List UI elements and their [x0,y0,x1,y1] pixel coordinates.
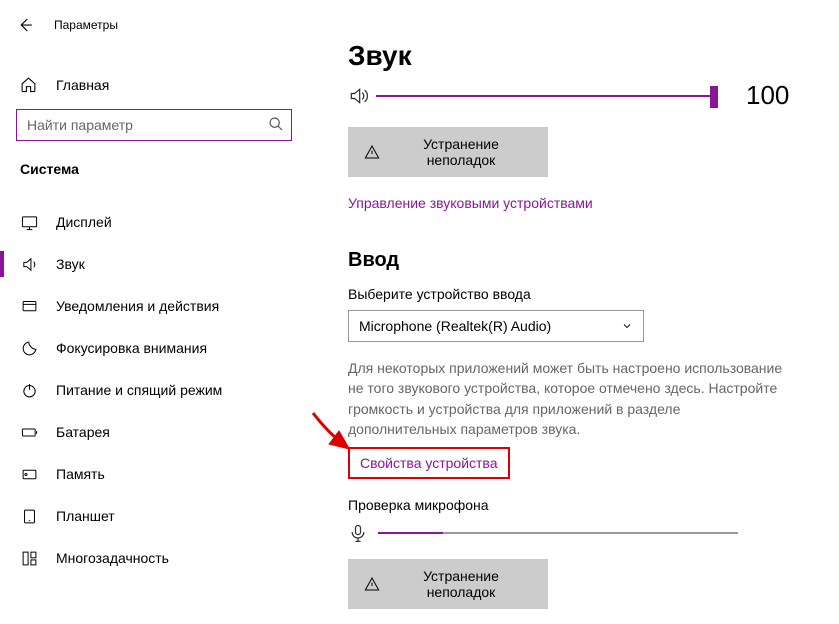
nav-item-label: Фокусировка внимания [56,340,207,356]
troubleshoot-input-button[interactable]: Устранение неполадок [348,559,548,609]
battery-icon [20,423,38,441]
section-label: Система [0,141,308,185]
mic-test-label: Проверка микрофона [348,497,799,513]
storage-icon [20,465,38,483]
multitask-icon [20,549,38,567]
nav-item-focus[interactable]: Фокусировка внимания [0,327,308,369]
warning-icon [364,576,380,592]
input-heading: Ввод [348,249,799,272]
manage-sound-devices-link[interactable]: Управление звуковыми устройствами [348,195,593,211]
nav-item-battery[interactable]: Батарея [0,411,308,453]
nav-item-label: Дисплей [56,214,112,230]
app-title: Параметры [54,18,118,32]
page-heading: Звук [348,40,799,72]
input-help-text: Для некоторых приложений может быть наст… [348,358,788,439]
nav-item-label: Многозадачность [56,550,169,566]
nav-item-display[interactable]: Дисплей [0,201,308,243]
nav-item-storage[interactable]: Память [0,453,308,495]
mic-level-meter [378,532,738,534]
tablet-icon [20,507,38,525]
troubleshoot-label: Устранение неполадок [390,568,532,600]
nav-item-multitask[interactable]: Многозадачность [0,537,308,579]
troubleshoot-label: Устранение неполадок [390,136,532,168]
nav-item-notifications[interactable]: Уведомления и действия [0,285,308,327]
chevron-down-icon [621,320,633,332]
display-icon [20,213,38,231]
input-device-combobox[interactable]: Microphone (Realtek(R) Audio) [348,310,644,342]
input-select-label: Выберите устройство ввода [348,286,799,302]
back-icon[interactable] [16,16,34,34]
nav-item-label: Питание и спящий режим [56,382,222,398]
volume-slider[interactable] [348,84,718,108]
troubleshoot-output-button[interactable]: Устранение неполадок [348,127,548,177]
nav-home[interactable]: Главная [0,66,308,103]
search-icon [268,116,284,132]
home-icon [20,76,38,93]
nav-item-sound[interactable]: Звук [0,243,308,285]
input-device-value: Microphone (Realtek(R) Audio) [359,318,551,334]
focus-icon [20,339,38,357]
nav-item-tablet[interactable]: Планшет [0,495,308,537]
search-input[interactable] [16,109,292,141]
volume-value: 100 [746,80,789,111]
nav-item-power[interactable]: Питание и спящий режим [0,369,308,411]
nav-home-label: Главная [56,77,109,93]
nav-item-label: Память [56,466,105,482]
microphone-icon [348,523,368,543]
notifications-icon [20,297,38,315]
power-icon [20,381,38,399]
nav-item-label: Звук [56,256,85,272]
nav-item-label: Уведомления и действия [56,298,219,314]
device-properties-link[interactable]: Свойства устройства [348,447,510,479]
nav-item-label: Батарея [56,424,110,440]
sound-icon [20,255,38,273]
nav-item-label: Планшет [56,508,115,524]
speaker-icon [348,86,368,106]
warning-icon [364,144,380,160]
